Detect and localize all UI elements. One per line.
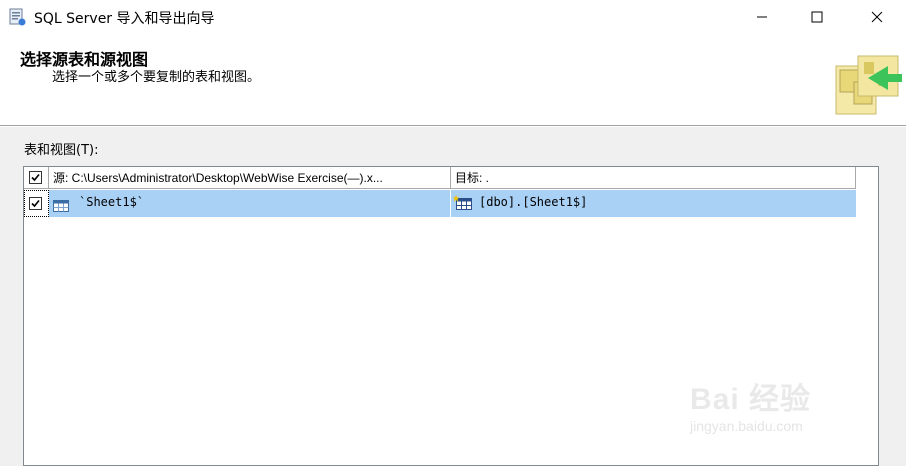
maximize-button[interactable] [792, 0, 842, 34]
table-icon [53, 197, 69, 216]
watermark-url: jingyan.baidu.com [690, 418, 803, 434]
table-row[interactable]: `Sheet1$` [dbo].[Sheet1$] [24, 190, 856, 217]
destination-column-header[interactable]: 目标: . [451, 167, 856, 189]
header-separator [0, 125, 906, 127]
new-table-icon [452, 195, 473, 215]
row-checkbox-cell[interactable] [24, 190, 49, 217]
wizard-header: 选择源表和源视图 选择一个或多个要复制的表和视图。 [0, 34, 906, 125]
close-icon [871, 8, 883, 27]
maximize-icon [811, 8, 823, 27]
header-select-all[interactable] [24, 167, 49, 189]
tables-views-label: 表和视图(T): [24, 143, 99, 158]
source-table-name: `Sheet1$` [79, 195, 145, 209]
folder-arrow-graphic [828, 44, 906, 122]
minimize-icon [756, 8, 768, 27]
row-checkbox[interactable] [29, 197, 42, 210]
source-column-header[interactable]: 源: C:\Users\Administrator\Desktop\WebWis… [49, 167, 451, 189]
wizard-icon [9, 8, 26, 26]
window-title: SQL Server 导入和导出向导 [34, 11, 215, 27]
title-bar: SQL Server 导入和导出向导 [0, 0, 906, 34]
baidu-watermark: Bai 经验 jingyan.baidu.com [690, 362, 870, 442]
destination-cell[interactable]: [dbo].[Sheet1$] [451, 190, 856, 217]
grid-header: 源: C:\Users\Administrator\Desktop\WebWis… [24, 167, 856, 189]
watermark-brand: Bai 经验 [690, 383, 812, 416]
close-button[interactable] [852, 0, 902, 34]
page-subtitle: 选择一个或多个要复制的表和视图。 [52, 70, 261, 85]
minimize-button[interactable] [737, 0, 787, 34]
source-cell[interactable]: `Sheet1$` [49, 190, 451, 217]
destination-table-name: [dbo].[Sheet1$] [479, 195, 588, 209]
select-all-checkbox[interactable] [29, 171, 42, 184]
